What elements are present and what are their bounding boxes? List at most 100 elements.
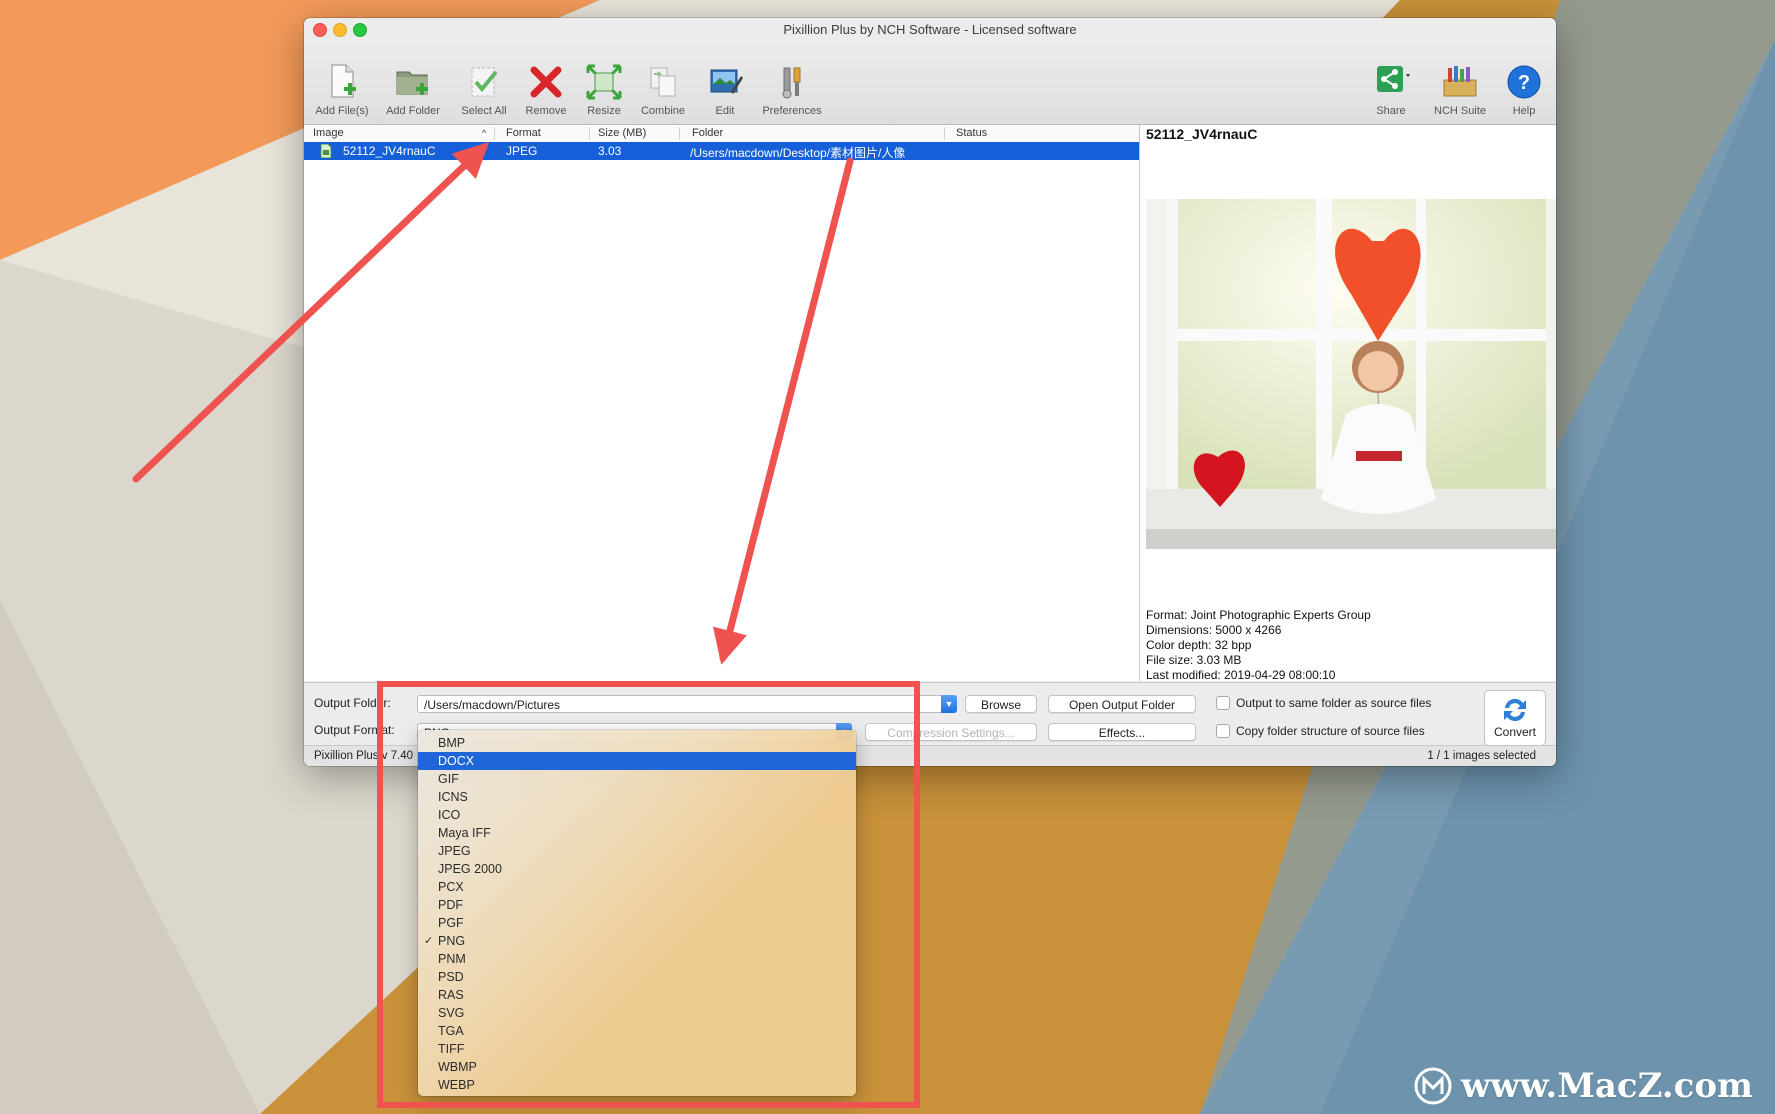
format-option-label: BMP bbox=[438, 736, 466, 750]
format-option-label: SVG bbox=[438, 1006, 465, 1020]
format-option-maya-iff[interactable]: Maya IFF bbox=[418, 824, 856, 842]
output-folder-combo[interactable]: /Users/macdown/Pictures ▼ bbox=[417, 695, 957, 713]
column-header-folder[interactable]: Folder bbox=[692, 127, 723, 139]
status-version: Pixillion Plus v 7.40 bbox=[314, 750, 414, 762]
preferences-button[interactable]: Preferences bbox=[755, 62, 829, 117]
info-color-depth: Color depth: 32 bpp bbox=[1146, 638, 1252, 652]
nch-suite-icon bbox=[1443, 66, 1477, 97]
format-option-pcx[interactable]: PCX bbox=[418, 878, 856, 896]
format-option-wbmp[interactable]: WBMP bbox=[418, 1058, 856, 1076]
format-option-label: PNG bbox=[438, 934, 466, 948]
info-last-modified: Last modified: 2019-04-29 08:00:10 bbox=[1146, 668, 1336, 682]
format-option-label: Maya IFF bbox=[438, 826, 491, 840]
column-header-image[interactable]: Image bbox=[313, 127, 344, 139]
convert-button[interactable]: Convert bbox=[1484, 690, 1546, 746]
checkbox-box[interactable] bbox=[1216, 696, 1230, 710]
format-option-pdf[interactable]: PDF bbox=[418, 896, 856, 914]
same-folder-checkbox[interactable]: Output to same folder as source files bbox=[1216, 696, 1431, 710]
svg-text:?: ? bbox=[1518, 72, 1530, 94]
edit-button[interactable]: Edit bbox=[688, 62, 762, 117]
format-option-label: PSD bbox=[438, 970, 464, 984]
format-option-label: TGA bbox=[438, 1024, 464, 1038]
add-folder-button[interactable]: Add Folder bbox=[376, 62, 450, 117]
format-option-jpeg-2000[interactable]: JPEG 2000 bbox=[418, 860, 856, 878]
add-file-icon bbox=[331, 64, 356, 98]
minimize-window-button[interactable] bbox=[333, 23, 347, 37]
column-header-size[interactable]: Size (MB) bbox=[598, 127, 646, 139]
preview-title: 52112_JV4rnauC bbox=[1146, 126, 1258, 142]
format-option-pnm[interactable]: PNM bbox=[418, 950, 856, 968]
share-icon bbox=[1377, 66, 1410, 92]
format-option-png[interactable]: ✓ PNG bbox=[418, 932, 856, 950]
select-all-icon bbox=[471, 67, 498, 97]
format-option-label: DOCX bbox=[438, 754, 475, 768]
app-window: Pixillion Plus by NCH Software - License… bbox=[304, 18, 1556, 766]
nch-suite-button[interactable]: NCH Suite bbox=[1423, 62, 1497, 117]
checkmark-icon: ✓ bbox=[424, 935, 434, 947]
format-option-label: PCX bbox=[438, 880, 464, 894]
format-option-jpeg[interactable]: JPEG bbox=[418, 842, 856, 860]
output-format-label: Output Format: bbox=[314, 723, 395, 737]
watermark-text: www.MacZ.com bbox=[1460, 1066, 1753, 1106]
format-options: BMP DOCX GIF ICNS ICO Maya IFF JPEG JPEG 2000 PC… bbox=[418, 730, 856, 1094]
chevron-down-icon[interactable]: ▼ bbox=[941, 695, 957, 713]
copy-structure-checkbox[interactable]: Copy folder structure of source files bbox=[1216, 724, 1425, 738]
compression-settings-button[interactable]: Compression Settings... bbox=[865, 723, 1037, 741]
format-option-psd[interactable]: PSD bbox=[418, 968, 856, 986]
cell-image-name: 52112_JV4rnauC bbox=[343, 144, 436, 158]
format-option-webp[interactable]: WEBP bbox=[418, 1076, 856, 1094]
help-button[interactable]: ? Help bbox=[1487, 62, 1556, 117]
format-option-label: JPEG 2000 bbox=[438, 862, 502, 876]
format-option-label: ICO bbox=[438, 808, 461, 822]
window-title: Pixillion Plus by NCH Software - License… bbox=[783, 22, 1077, 37]
close-window-button[interactable] bbox=[313, 23, 327, 37]
output-folder-value: /Users/macdown/Pictures bbox=[424, 698, 561, 712]
file-list[interactable]: Image ^ Format Size (MB) Folder Status 5… bbox=[304, 125, 1140, 681]
combine-icon bbox=[650, 67, 676, 97]
format-option-docx[interactable]: DOCX bbox=[418, 752, 856, 770]
column-header-format[interactable]: Format bbox=[506, 127, 541, 139]
macz-logo-icon bbox=[1414, 1067, 1452, 1105]
remove-icon bbox=[530, 66, 562, 98]
browse-button[interactable]: Browse bbox=[965, 695, 1037, 713]
status-selection-count: 1 / 1 images selected bbox=[1427, 750, 1536, 762]
format-option-label: TIFF bbox=[438, 1042, 465, 1056]
cell-format: JPEG bbox=[506, 144, 538, 158]
add-files-button[interactable]: Add File(s) bbox=[305, 62, 379, 117]
format-option-ico[interactable]: ICO bbox=[418, 806, 856, 824]
column-header-status[interactable]: Status bbox=[956, 127, 987, 139]
format-option-label: PGF bbox=[438, 916, 464, 930]
edit-icon bbox=[710, 69, 743, 94]
share-button[interactable]: Share bbox=[1354, 62, 1428, 117]
format-option-ras[interactable]: RAS bbox=[418, 986, 856, 1004]
format-option-label: WBMP bbox=[438, 1060, 477, 1074]
format-option-label: ICNS bbox=[438, 790, 468, 804]
format-option-gif[interactable]: GIF bbox=[418, 770, 856, 788]
format-option-bmp[interactable]: BMP bbox=[418, 734, 856, 752]
preview-info: Format: Joint Photographic Experts Group… bbox=[1146, 608, 1371, 683]
format-option-tiff[interactable]: TIFF bbox=[418, 1040, 856, 1058]
info-dimensions: Dimensions: 5000 x 4266 bbox=[1146, 623, 1282, 637]
format-option-icns[interactable]: ICNS bbox=[418, 788, 856, 806]
format-option-tga[interactable]: TGA bbox=[418, 1022, 856, 1040]
title-bar: Pixillion Plus by NCH Software - License… bbox=[304, 18, 1556, 40]
cell-size: 3.03 bbox=[598, 144, 622, 158]
preview-pane: 52112_JV4rnauC Format: Joint Photographi… bbox=[1140, 125, 1556, 683]
checkbox-box[interactable] bbox=[1216, 724, 1230, 738]
maximize-window-button[interactable] bbox=[353, 23, 367, 37]
info-format: Format: Joint Photographic Experts Group bbox=[1146, 608, 1371, 622]
resize-icon bbox=[586, 64, 622, 100]
convert-label: Convert bbox=[1493, 725, 1537, 739]
toolbar: Add File(s) Add Folder Select All Remove… bbox=[304, 42, 1556, 125]
help-icon: ? bbox=[1507, 65, 1541, 99]
format-option-pgf[interactable]: PGF bbox=[418, 914, 856, 932]
same-folder-label: Output to same folder as source files bbox=[1236, 696, 1432, 710]
format-dropdown-menu[interactable]: BMP DOCX GIF ICNS ICO Maya IFF JPEG JPEG 2000 PC… bbox=[418, 730, 856, 1096]
cell-folder: /Users/macdown/Desktop/素材图片/人像 bbox=[690, 146, 906, 160]
open-output-folder-button[interactable]: Open Output Folder bbox=[1048, 695, 1196, 713]
copy-structure-label: Copy folder structure of source files bbox=[1236, 724, 1425, 738]
table-row[interactable]: 52112_JV4rnauC JPEG 3.03 /Users/macdown/… bbox=[304, 142, 1139, 160]
effects-button[interactable]: Effects... bbox=[1048, 723, 1196, 741]
format-option-label: PNM bbox=[438, 952, 466, 966]
format-option-svg[interactable]: SVG bbox=[418, 1004, 856, 1022]
